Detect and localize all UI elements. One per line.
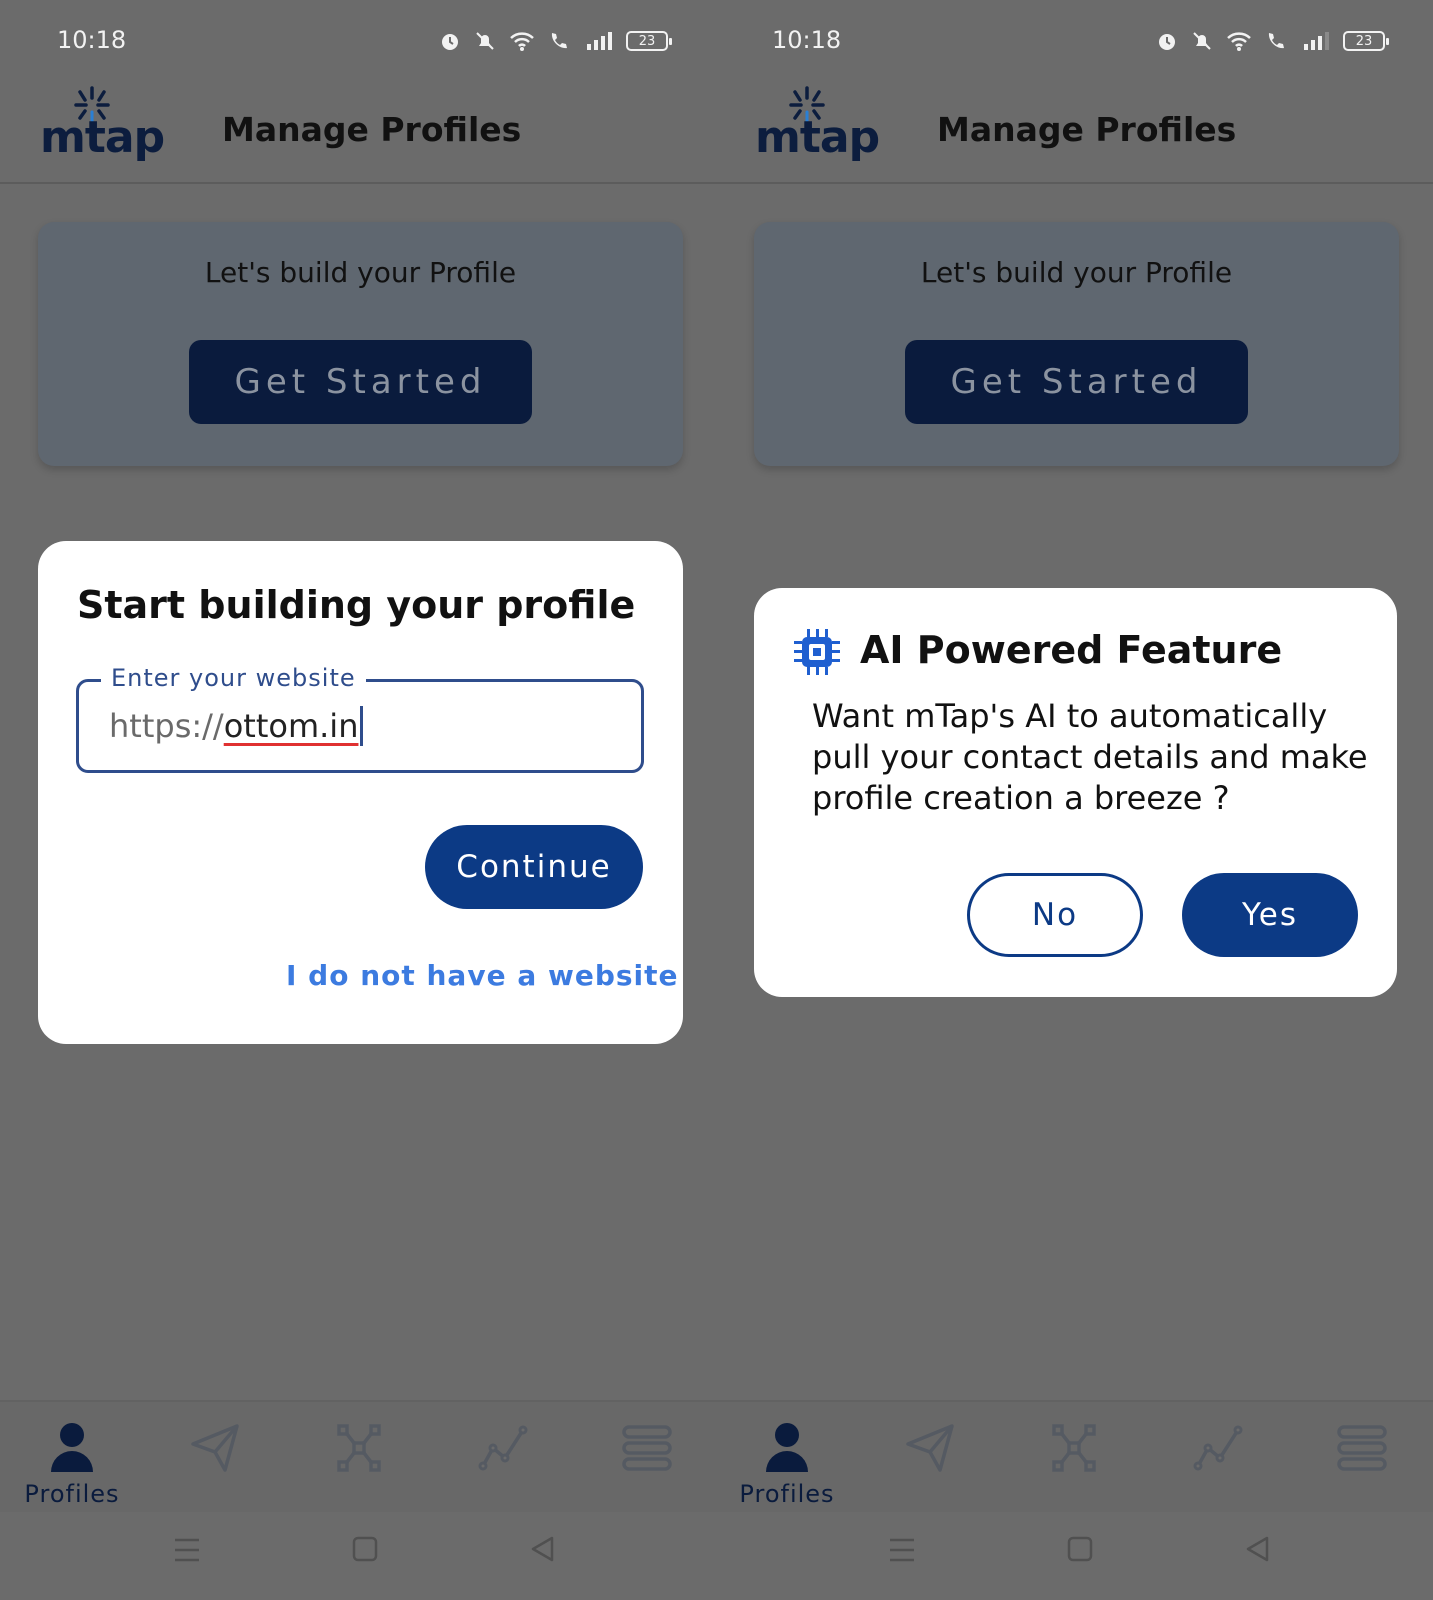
- status-bar: 10:18 23: [715, 0, 1433, 80]
- system-nav: [715, 1512, 1433, 1600]
- recents-icon[interactable]: [174, 1536, 200, 1568]
- status-time: 10:18: [57, 26, 127, 54]
- url-prefix: https://: [109, 707, 224, 745]
- page-title: Manage Profiles: [937, 110, 1237, 149]
- app-bar: mtap Manage Profiles: [715, 80, 1433, 184]
- logo-wordmark: mtap: [755, 112, 880, 163]
- nav-profiles-label: Profiles: [739, 1480, 835, 1508]
- website-field[interactable]: Enter your website https://ottom.in: [76, 664, 644, 773]
- nav-profiles[interactable]: Profiles: [722, 1414, 852, 1508]
- system-nav: [0, 1512, 716, 1600]
- right-screen: 10:18 23 mtap Manage Profiles Let's buil…: [715, 0, 1433, 1600]
- bottom-nav: Profiles: [715, 1400, 1433, 1512]
- website-input[interactable]: https://ottom.in: [109, 706, 364, 746]
- send-icon: [906, 1424, 954, 1472]
- nav-profiles-label: Profiles: [24, 1480, 120, 1508]
- text-cursor: [360, 706, 364, 746]
- logo-wordmark: mtap: [40, 112, 165, 163]
- status-icons: 23: [439, 30, 672, 52]
- continue-button[interactable]: Continue: [425, 825, 643, 909]
- mute-icon: [1191, 30, 1213, 52]
- build-profile-text: Let's build your Profile: [920, 256, 1233, 289]
- nav-profiles[interactable]: Profiles: [7, 1414, 137, 1508]
- mtap-logo: mtap: [755, 86, 880, 166]
- wifi-call-icon: [1265, 30, 1289, 52]
- battery-icon: 23: [626, 31, 672, 51]
- nav-network[interactable]: [1009, 1414, 1139, 1504]
- no-website-link[interactable]: I do not have a website: [286, 959, 679, 992]
- ai-feature-dialog: AI Powered Feature Want mTap's AI to aut…: [754, 588, 1397, 997]
- wifi-icon: [1226, 30, 1252, 52]
- get-started-button[interactable]: Get Started: [905, 340, 1248, 424]
- alarm-icon: [1156, 30, 1178, 52]
- status-bar: 10:18 23: [0, 0, 716, 80]
- build-profile-card: Let's build your Profile Get Started: [754, 222, 1399, 466]
- left-screen: 10:18 23 mtap Manage Profiles Let's buil…: [0, 0, 716, 1600]
- analytics-icon: [1193, 1425, 1243, 1471]
- back-icon[interactable]: [530, 1536, 556, 1568]
- signal-icon: [585, 30, 613, 52]
- send-icon: [191, 1424, 239, 1472]
- battery-icon: 23: [1343, 31, 1389, 51]
- app-bar: mtap Manage Profiles: [0, 80, 716, 184]
- recents-icon[interactable]: [889, 1536, 915, 1568]
- nav-menu[interactable]: [1297, 1414, 1427, 1504]
- analytics-icon: [478, 1425, 528, 1471]
- mute-icon: [474, 30, 496, 52]
- chip-icon: [792, 626, 842, 682]
- website-value: ottom.in: [223, 707, 359, 745]
- wifi-call-icon: [548, 30, 572, 52]
- nav-network[interactable]: [294, 1414, 424, 1504]
- build-profile-card: Let's build your Profile Get Started: [38, 222, 683, 466]
- nav-menu[interactable]: [582, 1414, 712, 1504]
- page-title: Manage Profiles: [222, 110, 522, 149]
- ai-dialog-body: Want mTap's AI to automatically pull you…: [812, 697, 1368, 817]
- status-time: 10:18: [772, 26, 842, 54]
- person-icon: [766, 1423, 808, 1472]
- website-dialog-title: Start building your profile: [77, 583, 636, 627]
- alarm-icon: [439, 30, 461, 52]
- no-button[interactable]: No: [967, 873, 1143, 957]
- nav-send[interactable]: [150, 1414, 280, 1504]
- signal-icon: [1302, 30, 1330, 52]
- mtap-logo: mtap: [40, 86, 165, 166]
- back-icon[interactable]: [1245, 1536, 1271, 1568]
- website-dialog: Start building your profile Enter your w…: [38, 541, 683, 1044]
- status-icons: 23: [1156, 30, 1389, 52]
- stack-menu-icon: [1337, 1425, 1387, 1471]
- person-icon: [51, 1423, 93, 1472]
- nav-analytics[interactable]: [1153, 1414, 1283, 1504]
- home-icon[interactable]: [352, 1536, 378, 1568]
- get-started-button[interactable]: Get Started: [189, 340, 532, 424]
- bottom-nav: Profiles: [0, 1400, 716, 1512]
- nav-analytics[interactable]: [438, 1414, 568, 1504]
- website-field-label: Enter your website: [101, 664, 366, 692]
- wifi-icon: [509, 30, 535, 52]
- yes-button[interactable]: Yes: [1182, 873, 1358, 957]
- network-icon: [337, 1424, 381, 1472]
- stack-menu-icon: [622, 1425, 672, 1471]
- home-icon[interactable]: [1067, 1536, 1093, 1568]
- network-icon: [1052, 1424, 1096, 1472]
- ai-dialog-title: AI Powered Feature: [860, 628, 1283, 672]
- nav-send[interactable]: [865, 1414, 995, 1504]
- build-profile-text: Let's build your Profile: [204, 256, 517, 289]
